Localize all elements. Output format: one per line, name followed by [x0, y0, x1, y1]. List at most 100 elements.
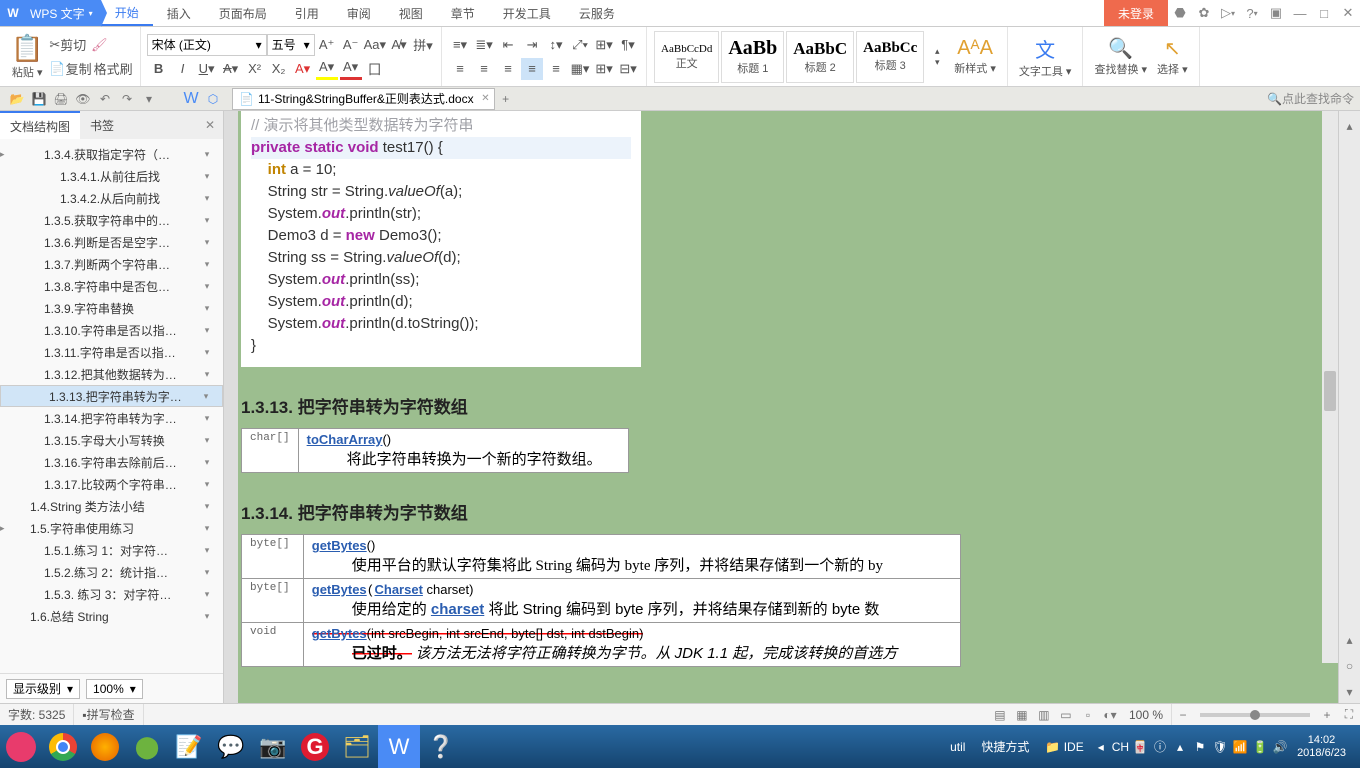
grow-font-icon[interactable]: A⁺ — [316, 34, 338, 56]
tab-insert[interactable]: 插入 — [153, 0, 205, 26]
spell-check[interactable]: ▪ 拼写检查 — [74, 704, 143, 725]
subscript-icon[interactable]: X₂ — [268, 58, 290, 80]
nav-prev-icon[interactable]: ▴ — [1339, 629, 1360, 651]
new-tab-icon[interactable]: + — [495, 92, 517, 106]
align-justify-icon[interactable]: ≡ — [521, 58, 543, 80]
copy-button[interactable]: 📄 复制 — [49, 58, 91, 80]
ribbon-min-icon[interactable]: ▣ — [1264, 0, 1288, 26]
taskbar-help-icon[interactable]: ❔ — [420, 725, 462, 768]
bold-icon[interactable]: B — [148, 58, 170, 80]
ime-indicator[interactable]: CH — [1112, 740, 1129, 754]
sidebar-close-icon[interactable]: ✕ — [197, 118, 223, 132]
outline-item[interactable]: 1.3.4.2.从后向前找▾ — [0, 187, 223, 209]
font-color-icon[interactable]: A▾ — [340, 58, 362, 80]
tab-review[interactable]: 审阅 — [333, 0, 385, 26]
taskbar-spring-icon[interactable]: ⬤ — [126, 725, 168, 768]
word-count[interactable]: 字数: 5325 — [0, 704, 74, 725]
char-border-icon[interactable]: 囗 — [364, 58, 386, 80]
styles-more-icon[interactable]: ▴▾ — [926, 46, 948, 68]
maximize-icon[interactable]: □ — [1312, 0, 1336, 26]
tab-home[interactable]: 开始 — [101, 0, 153, 26]
borders-icon[interactable]: ⊟▾ — [617, 58, 639, 80]
align-center-icon[interactable]: ≡ — [473, 58, 495, 80]
skin-icon[interactable]: ⬣ — [1168, 0, 1192, 26]
tab-view[interactable]: 视图 — [385, 0, 437, 26]
outline-item[interactable]: 1.3.11.字符串是否以指…▾ — [0, 341, 223, 363]
text-tool-button[interactable]: 文文字工具 ▾ — [1015, 31, 1076, 83]
taskbar-camera-icon[interactable]: 📷 — [252, 725, 294, 768]
qat-more-icon[interactable]: ▾ — [138, 92, 160, 106]
scrollbar-vertical[interactable] — [1322, 111, 1338, 663]
tray-safe-icon[interactable]: ⚑ — [1191, 740, 1209, 754]
nav-next-icon[interactable]: ▾ — [1339, 681, 1360, 703]
outline-item[interactable]: 1.3.15.字母大小写转换▾ — [0, 429, 223, 451]
cloud-icon[interactable]: ⬡ — [202, 92, 224, 106]
view-icon5[interactable]: ▫ — [1077, 708, 1099, 722]
view-web-icon[interactable]: ▦ — [1011, 708, 1033, 722]
outline-item[interactable]: 1.3.6.判断是否是空字…▾ — [0, 231, 223, 253]
outline-item[interactable]: 1.3.17.比较两个字符串…▾ — [0, 473, 223, 495]
zoom-out-icon[interactable]: − — [1172, 708, 1194, 722]
tab-outline[interactable]: 文档结构图 — [0, 111, 80, 139]
outline-item[interactable]: 1.3.13.把字符串转为字…▾ — [0, 385, 223, 407]
tray-arrow-icon[interactable]: ▴ — [1171, 740, 1189, 754]
view-outline-icon[interactable]: ▥ — [1033, 708, 1055, 722]
align-left-icon[interactable]: ≡ — [449, 58, 471, 80]
outline-item[interactable]: 1.3.16.字符串去除前后…▾ — [0, 451, 223, 473]
align-right-icon[interactable]: ≡ — [497, 58, 519, 80]
outline-item[interactable]: ▸1.5.字符串使用练习▾ — [0, 517, 223, 539]
outline-item[interactable]: 1.3.5.获取字符串中的…▾ — [0, 209, 223, 231]
style-h1[interactable]: AaBb标题 1 — [721, 31, 784, 83]
shading-icon[interactable]: ▦▾ — [569, 58, 591, 80]
outline-item[interactable]: 1.3.4.1.从前往后找▾ — [0, 165, 223, 187]
strike-icon[interactable]: A▾ — [220, 58, 242, 80]
sort-icon[interactable]: ⤢▾ — [569, 34, 591, 56]
tab-close-icon[interactable]: ✕ — [481, 93, 489, 104]
tab-dev[interactable]: 开发工具 — [489, 0, 565, 26]
view-print-icon[interactable]: ▤ — [989, 708, 1011, 722]
tray-wifi-icon[interactable]: 📶 — [1231, 740, 1249, 754]
night-mode-icon[interactable]: ◐▾ — [1099, 708, 1121, 722]
outline-item[interactable]: 1.5.1.练习 1：对字符…▾ — [0, 539, 223, 561]
taskbar-chat-icon[interactable]: 💬 — [210, 725, 252, 768]
tab-bookmark[interactable]: 书签 — [80, 111, 124, 139]
tab-cloud[interactable]: 云服务 — [565, 0, 629, 26]
outline-item[interactable]: 1.3.7.判断两个字符串…▾ — [0, 253, 223, 275]
taskbar-netease-icon[interactable]: G — [294, 725, 336, 768]
font-size-select[interactable]: 五号▾ — [267, 34, 315, 56]
help-icon[interactable]: ?▾ — [1240, 0, 1264, 26]
whatsnew-icon[interactable]: ▷▾ — [1216, 0, 1240, 26]
underline-icon[interactable]: U▾ — [196, 58, 218, 80]
show-marks-icon[interactable]: ¶▾ — [617, 34, 639, 56]
cut-button[interactable]: ✂ 剪切 — [49, 34, 86, 56]
outline-item[interactable]: 1.3.12.把其他数据转为…▾ — [0, 363, 223, 385]
print-icon[interactable]: 🖨 — [50, 92, 72, 106]
numbering-icon[interactable]: ≣▾ — [473, 34, 495, 56]
taskbar-notepad-icon[interactable]: 📝 — [168, 725, 210, 768]
line-space-icon[interactable]: ↕▾ — [545, 34, 567, 56]
nav-up-icon[interactable]: ▴ — [1339, 115, 1360, 137]
preview-icon[interactable]: 👁 — [72, 92, 94, 106]
tray-net-icon[interactable]: ⓘ — [1151, 738, 1169, 755]
document-tab[interactable]: 📄 11-String&StringBuffer&正则表达式.docx ✕ — [232, 88, 495, 110]
scroll-thumb[interactable] — [1324, 371, 1336, 411]
outline-item[interactable]: 1.3.10.字符串是否以指…▾ — [0, 319, 223, 341]
format-painter-button[interactable]: 格式刷 — [94, 58, 133, 80]
zoom-level[interactable]: 100 % — [1121, 704, 1172, 725]
outline-item[interactable]: 1.5.3. 练习 3：对字符…▾ — [0, 583, 223, 605]
tab-section[interactable]: 章节 — [437, 0, 489, 26]
dec-indent-icon[interactable]: ⇤ — [497, 34, 519, 56]
tray-battery-icon[interactable]: 🔋 — [1251, 740, 1269, 754]
style-body[interactable]: AaBbCcDd正文 — [654, 31, 719, 83]
taskbar-firefox-icon[interactable] — [84, 725, 126, 768]
phonetic-icon[interactable]: 拼▾ — [412, 34, 434, 56]
zoom-slider[interactable] — [1200, 713, 1310, 717]
text-effect-icon[interactable]: A▾ — [292, 58, 314, 80]
outline-item[interactable]: 1.3.8.字符串中是否包…▾ — [0, 275, 223, 297]
nav-dot-icon[interactable]: ○ — [1339, 655, 1360, 677]
tray-volume-icon[interactable]: 🔊 — [1271, 740, 1289, 754]
outline-item[interactable]: 1.5.2.练习 2：统计指…▾ — [0, 561, 223, 583]
outline-item[interactable]: 1.4.String 类方法小结▾ — [0, 495, 223, 517]
undo-icon[interactable]: ↶ — [94, 92, 116, 106]
tab-layout[interactable]: 页面布局 — [205, 0, 281, 26]
